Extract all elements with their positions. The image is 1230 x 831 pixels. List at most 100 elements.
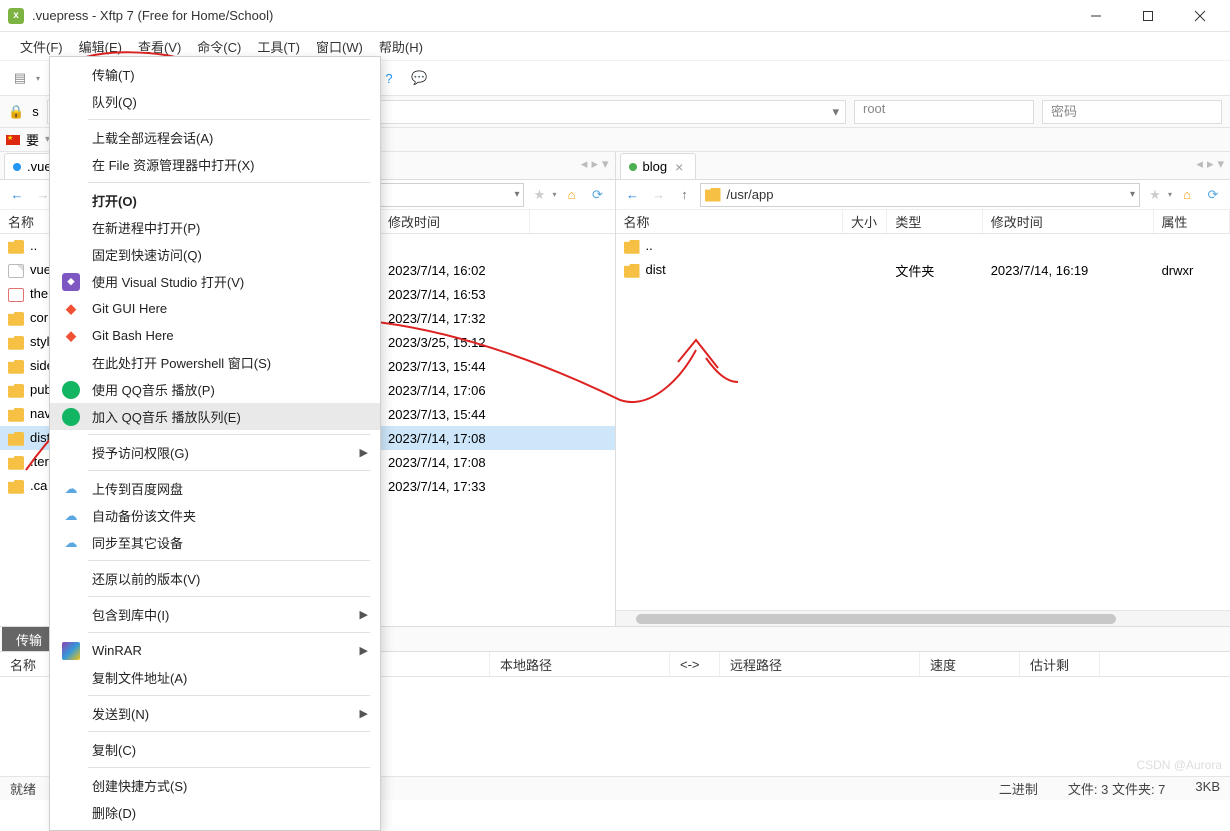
folder-icon: [8, 408, 24, 422]
tag-label: 要: [26, 130, 39, 149]
ctx-item[interactable]: 还原以前的版本(V): [50, 565, 380, 592]
comment-icon[interactable]: 💬: [407, 66, 431, 90]
col-name[interactable]: 名称: [616, 210, 843, 233]
scrollbar[interactable]: [616, 610, 1230, 626]
ctx-item[interactable]: Git Bash Here◆: [50, 322, 380, 349]
col-time[interactable]: 修改时间: [380, 210, 530, 233]
tab-remote[interactable]: blog ×: [620, 153, 697, 179]
ctx-item[interactable]: 在 File 资源管理器中打开(X): [50, 151, 380, 178]
folder-icon: [8, 432, 24, 446]
wr-icon: [62, 642, 80, 660]
ctx-item[interactable]: 删除(D): [50, 799, 380, 826]
back-button[interactable]: ←: [6, 184, 28, 206]
folder-icon: [8, 480, 24, 494]
qq-icon: [62, 381, 80, 399]
up-button[interactable]: ↑: [674, 184, 696, 206]
folder-icon: [8, 240, 24, 254]
ctx-item[interactable]: 使用 QQ音乐 播放(P): [50, 376, 380, 403]
ctx-item[interactable]: 使用 Visual Studio 打开(V)◆: [50, 268, 380, 295]
tab-prev-icon[interactable]: ◂: [581, 156, 588, 172]
status-counts: 文件: 3 文件夹: 7: [1068, 779, 1166, 798]
ctx-item[interactable]: 在新进程中打开(P): [50, 214, 380, 241]
ctx-item[interactable]: 发送到(N)▶: [50, 700, 380, 727]
transfer-col[interactable]: 本地路径: [490, 652, 670, 676]
ctx-item[interactable]: 队列(Q): [50, 88, 380, 115]
ctx-item[interactable]: 包含到库中(I)▶: [50, 601, 380, 628]
folder-icon: [8, 312, 24, 326]
tab-status-dot: [13, 163, 21, 171]
status-ready: 就绪: [10, 779, 36, 798]
new-session-icon[interactable]: ▤: [8, 66, 32, 90]
remote-pane: blog × ◂▸▾ ← → ↑ /usr/app ▾ ★▾ ⌂ ⟳ 名称 大小…: [616, 152, 1230, 626]
ctx-item[interactable]: 加入 QQ音乐 播放队列(E): [50, 403, 380, 430]
tab-next-icon[interactable]: ▸: [591, 156, 598, 172]
ctx-item[interactable]: 自动备份该文件夹☁: [50, 502, 380, 529]
tab-next-icon[interactable]: ▸: [1207, 156, 1214, 172]
col-type[interactable]: 类型: [887, 210, 982, 233]
folder-icon: [8, 384, 24, 398]
titlebar: x .vuepress - Xftp 7 (Free for Home/Scho…: [0, 0, 1230, 32]
ctx-item[interactable]: 授予访问权限(G)▶: [50, 439, 380, 466]
bookmark-icon[interactable]: ★: [528, 184, 550, 206]
ctx-item[interactable]: 复制(C): [50, 736, 380, 763]
ctx-item[interactable]: 创建快捷方式(S): [50, 772, 380, 799]
ctx-item[interactable]: 在此处打开 Powershell 窗口(S): [50, 349, 380, 376]
transfer-tab[interactable]: 传输: [2, 627, 56, 651]
cloud-icon: ☁: [62, 507, 80, 525]
session-label: s: [32, 104, 39, 119]
file-row[interactable]: ..: [616, 234, 1230, 258]
transfer-col[interactable]: <->: [670, 652, 720, 676]
bookmark-icon[interactable]: ★: [1144, 184, 1166, 206]
back-button[interactable]: ←: [622, 184, 644, 206]
ctx-item[interactable]: 上传到百度网盘☁: [50, 475, 380, 502]
status-mode: 二进制: [999, 779, 1038, 798]
vs-icon: ◆: [62, 273, 80, 291]
remote-path: /usr/app: [727, 187, 1124, 202]
col-attr[interactable]: 属性: [1154, 210, 1230, 233]
user-field[interactable]: root: [854, 100, 1034, 124]
refresh-icon[interactable]: ⟳: [587, 184, 609, 206]
submenu-arrow-icon: ▶: [360, 644, 368, 657]
folder-icon: [705, 188, 721, 202]
transfer-col[interactable]: 远程路径: [720, 652, 920, 676]
folder-icon: [8, 456, 24, 470]
ctx-item[interactable]: WinRAR▶: [50, 637, 380, 664]
refresh-icon[interactable]: ⟳: [1202, 184, 1224, 206]
home-icon[interactable]: ⌂: [561, 184, 583, 206]
ctx-item[interactable]: Git GUI Here◆: [50, 295, 380, 322]
folder-icon: [624, 264, 640, 278]
status-size: 3KB: [1195, 779, 1220, 798]
maximize-button[interactable]: [1134, 6, 1162, 26]
file-row[interactable]: dist文件夹2023/7/14, 16:19drwxr: [616, 258, 1230, 282]
close-button[interactable]: [1186, 6, 1214, 26]
tab-status-dot: [629, 163, 637, 171]
col-size[interactable]: 大小: [843, 210, 887, 233]
password-field[interactable]: 密码: [1042, 100, 1222, 124]
ctx-item[interactable]: 固定到快速访问(Q): [50, 241, 380, 268]
doc-icon: [8, 264, 24, 278]
window-title: .vuepress - Xftp 7 (Free for Home/School…: [32, 8, 1082, 23]
home-icon[interactable]: ⌂: [1176, 184, 1198, 206]
context-menu: 传输(T)队列(Q) 上载全部远程会话(A)在 File 资源管理器中打开(X) 打…: [49, 56, 381, 831]
folder-icon: [624, 240, 640, 254]
minimize-button[interactable]: [1082, 6, 1110, 26]
ctx-item[interactable]: 同步至其它设备☁: [50, 529, 380, 556]
ctx-item[interactable]: 传输(T): [50, 61, 380, 88]
ctx-item[interactable]: 打开(O): [50, 187, 380, 214]
watermark: CSDN @Aurora: [1136, 758, 1222, 772]
folder-icon: [8, 360, 24, 374]
tab-prev-icon[interactable]: ◂: [1196, 156, 1203, 172]
remote-tabstrip: blog × ◂▸▾: [616, 152, 1230, 180]
col-time[interactable]: 修改时间: [983, 210, 1154, 233]
app-icon: x: [8, 8, 24, 24]
ctx-item[interactable]: 上载全部远程会话(A): [50, 124, 380, 151]
ctx-item[interactable]: 复制文件地址(A): [50, 664, 380, 691]
forward-button[interactable]: →: [648, 184, 670, 206]
tab-close-icon[interactable]: ×: [673, 159, 685, 175]
transfer-col[interactable]: 估计剩: [1020, 652, 1100, 676]
remote-path-box[interactable]: /usr/app ▾: [700, 183, 1140, 207]
remote-header: 名称 大小 类型 修改时间 属性: [616, 210, 1230, 234]
submenu-arrow-icon: ▶: [360, 446, 368, 459]
remote-filelist[interactable]: ..dist文件夹2023/7/14, 16:19drwxr: [616, 234, 1230, 610]
transfer-col[interactable]: 速度: [920, 652, 1020, 676]
